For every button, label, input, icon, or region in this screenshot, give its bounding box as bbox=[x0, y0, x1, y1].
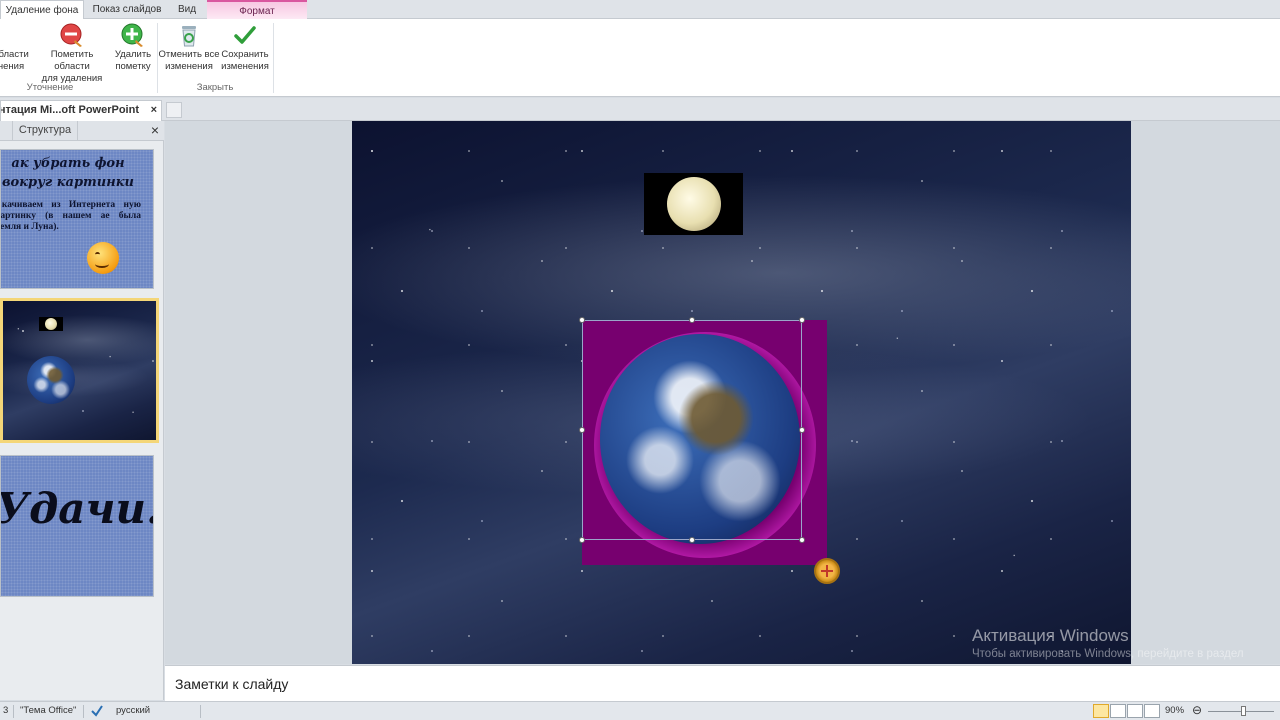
slide-thumbnail-2[interactable] bbox=[0, 298, 159, 443]
resize-handle[interactable] bbox=[799, 427, 805, 433]
slide-thumbnail-1[interactable]: ак убрать фон вокруг картинки Скачиваем … bbox=[0, 149, 154, 289]
zoom-out-icon[interactable]: ⊖ bbox=[1192, 703, 1202, 717]
group-separator bbox=[273, 23, 274, 93]
slides-panel-header: Структура × bbox=[0, 121, 164, 141]
tab-format[interactable]: Формат bbox=[207, 0, 307, 19]
delete-mark-button[interactable]: Удалить пометку bbox=[112, 23, 154, 73]
moon-thumb-box bbox=[39, 317, 63, 331]
notes-pane[interactable]: Заметки к слайду bbox=[165, 665, 1280, 701]
slide-sorter-icon[interactable] bbox=[1110, 704, 1126, 718]
panel-close-icon[interactable]: × bbox=[151, 122, 159, 138]
discard-all-changes-button[interactable]: Отменить все изменения bbox=[158, 23, 220, 73]
language[interactable]: русский bbox=[116, 705, 150, 716]
slide3-text: Удачи. bbox=[0, 484, 154, 533]
tab-view[interactable]: Вид bbox=[170, 0, 204, 19]
recycle-bin-icon bbox=[177, 23, 201, 47]
slide-thumbnail-3[interactable]: Удачи. bbox=[0, 455, 154, 597]
zoom-slider-thumb[interactable] bbox=[1241, 706, 1246, 716]
slide-editor[interactable] bbox=[352, 121, 1131, 664]
mark-areas-to-remove-button[interactable]: Пометить области для удаления bbox=[32, 23, 112, 85]
pencil-plus-icon bbox=[0, 23, 23, 47]
resize-handle[interactable] bbox=[579, 537, 585, 543]
reading-view-icon[interactable] bbox=[1127, 704, 1143, 718]
resize-handle[interactable] bbox=[799, 537, 805, 543]
tab-outline[interactable]: Структура bbox=[12, 121, 78, 141]
normal-view-icon[interactable] bbox=[1093, 704, 1109, 718]
group-close-label: Закрыть bbox=[196, 82, 234, 93]
document-tab-strip: ентация Mi...oft PowerPoint × bbox=[0, 98, 1280, 121]
moon-image bbox=[667, 177, 721, 231]
slideshow-view-icon[interactable] bbox=[1144, 704, 1160, 718]
resize-handle[interactable] bbox=[689, 317, 695, 323]
keep-changes-button[interactable]: Сохранить изменения bbox=[220, 23, 270, 73]
document-tab-title: ентация Mi...oft PowerPoint bbox=[0, 104, 139, 116]
notes-placeholder: Заметки к слайду bbox=[175, 676, 289, 692]
group-refine-label: Уточнение bbox=[26, 82, 74, 93]
resize-handle[interactable] bbox=[579, 427, 585, 433]
minus-marker-icon bbox=[60, 23, 84, 47]
earth-image bbox=[27, 356, 75, 404]
winking-smiley-icon bbox=[87, 242, 119, 274]
new-document-icon[interactable] bbox=[166, 102, 182, 118]
zoom-level[interactable]: 90% bbox=[1165, 705, 1184, 716]
tab-slideshow[interactable]: Показ слайдов bbox=[86, 0, 168, 19]
slide1-title: ак убрать фон вокруг картинки bbox=[2, 156, 134, 190]
resize-handle[interactable] bbox=[799, 317, 805, 323]
status-bar: 3 "Тема Office" русский 90% ⊖ bbox=[0, 701, 1280, 720]
checkmark-icon bbox=[233, 23, 257, 47]
resize-handle[interactable] bbox=[579, 317, 585, 323]
moon-picture[interactable] bbox=[644, 173, 743, 235]
document-tab[interactable]: ентация Mi...oft PowerPoint × bbox=[0, 100, 162, 121]
document-tab-close-icon[interactable]: × bbox=[151, 101, 157, 120]
moon-image bbox=[45, 318, 57, 330]
keep-area-marquee[interactable] bbox=[582, 320, 802, 540]
mark-remove-cursor-icon bbox=[814, 558, 840, 584]
ribbon: области нения Пометить области для удале… bbox=[0, 19, 1280, 97]
tab-background-removal[interactable]: Удаление фона bbox=[0, 0, 84, 20]
slide1-body: Скачиваем из Интернета ную картинку (в н… bbox=[0, 200, 141, 232]
ribbon-tab-bar: Удаление фона Показ слайдов Вид Формат bbox=[0, 0, 1280, 20]
resize-handle[interactable] bbox=[689, 537, 695, 543]
spellcheck-icon[interactable] bbox=[90, 704, 104, 720]
slide-number: 3 bbox=[3, 705, 9, 716]
plus-eraser-icon bbox=[121, 23, 145, 47]
theme-name: "Тема Office" bbox=[20, 705, 77, 716]
mark-areas-to-keep-button[interactable]: области нения bbox=[0, 23, 30, 73]
slides-panel: Структура × ак убрать фон вокруг картинк… bbox=[0, 121, 164, 700]
